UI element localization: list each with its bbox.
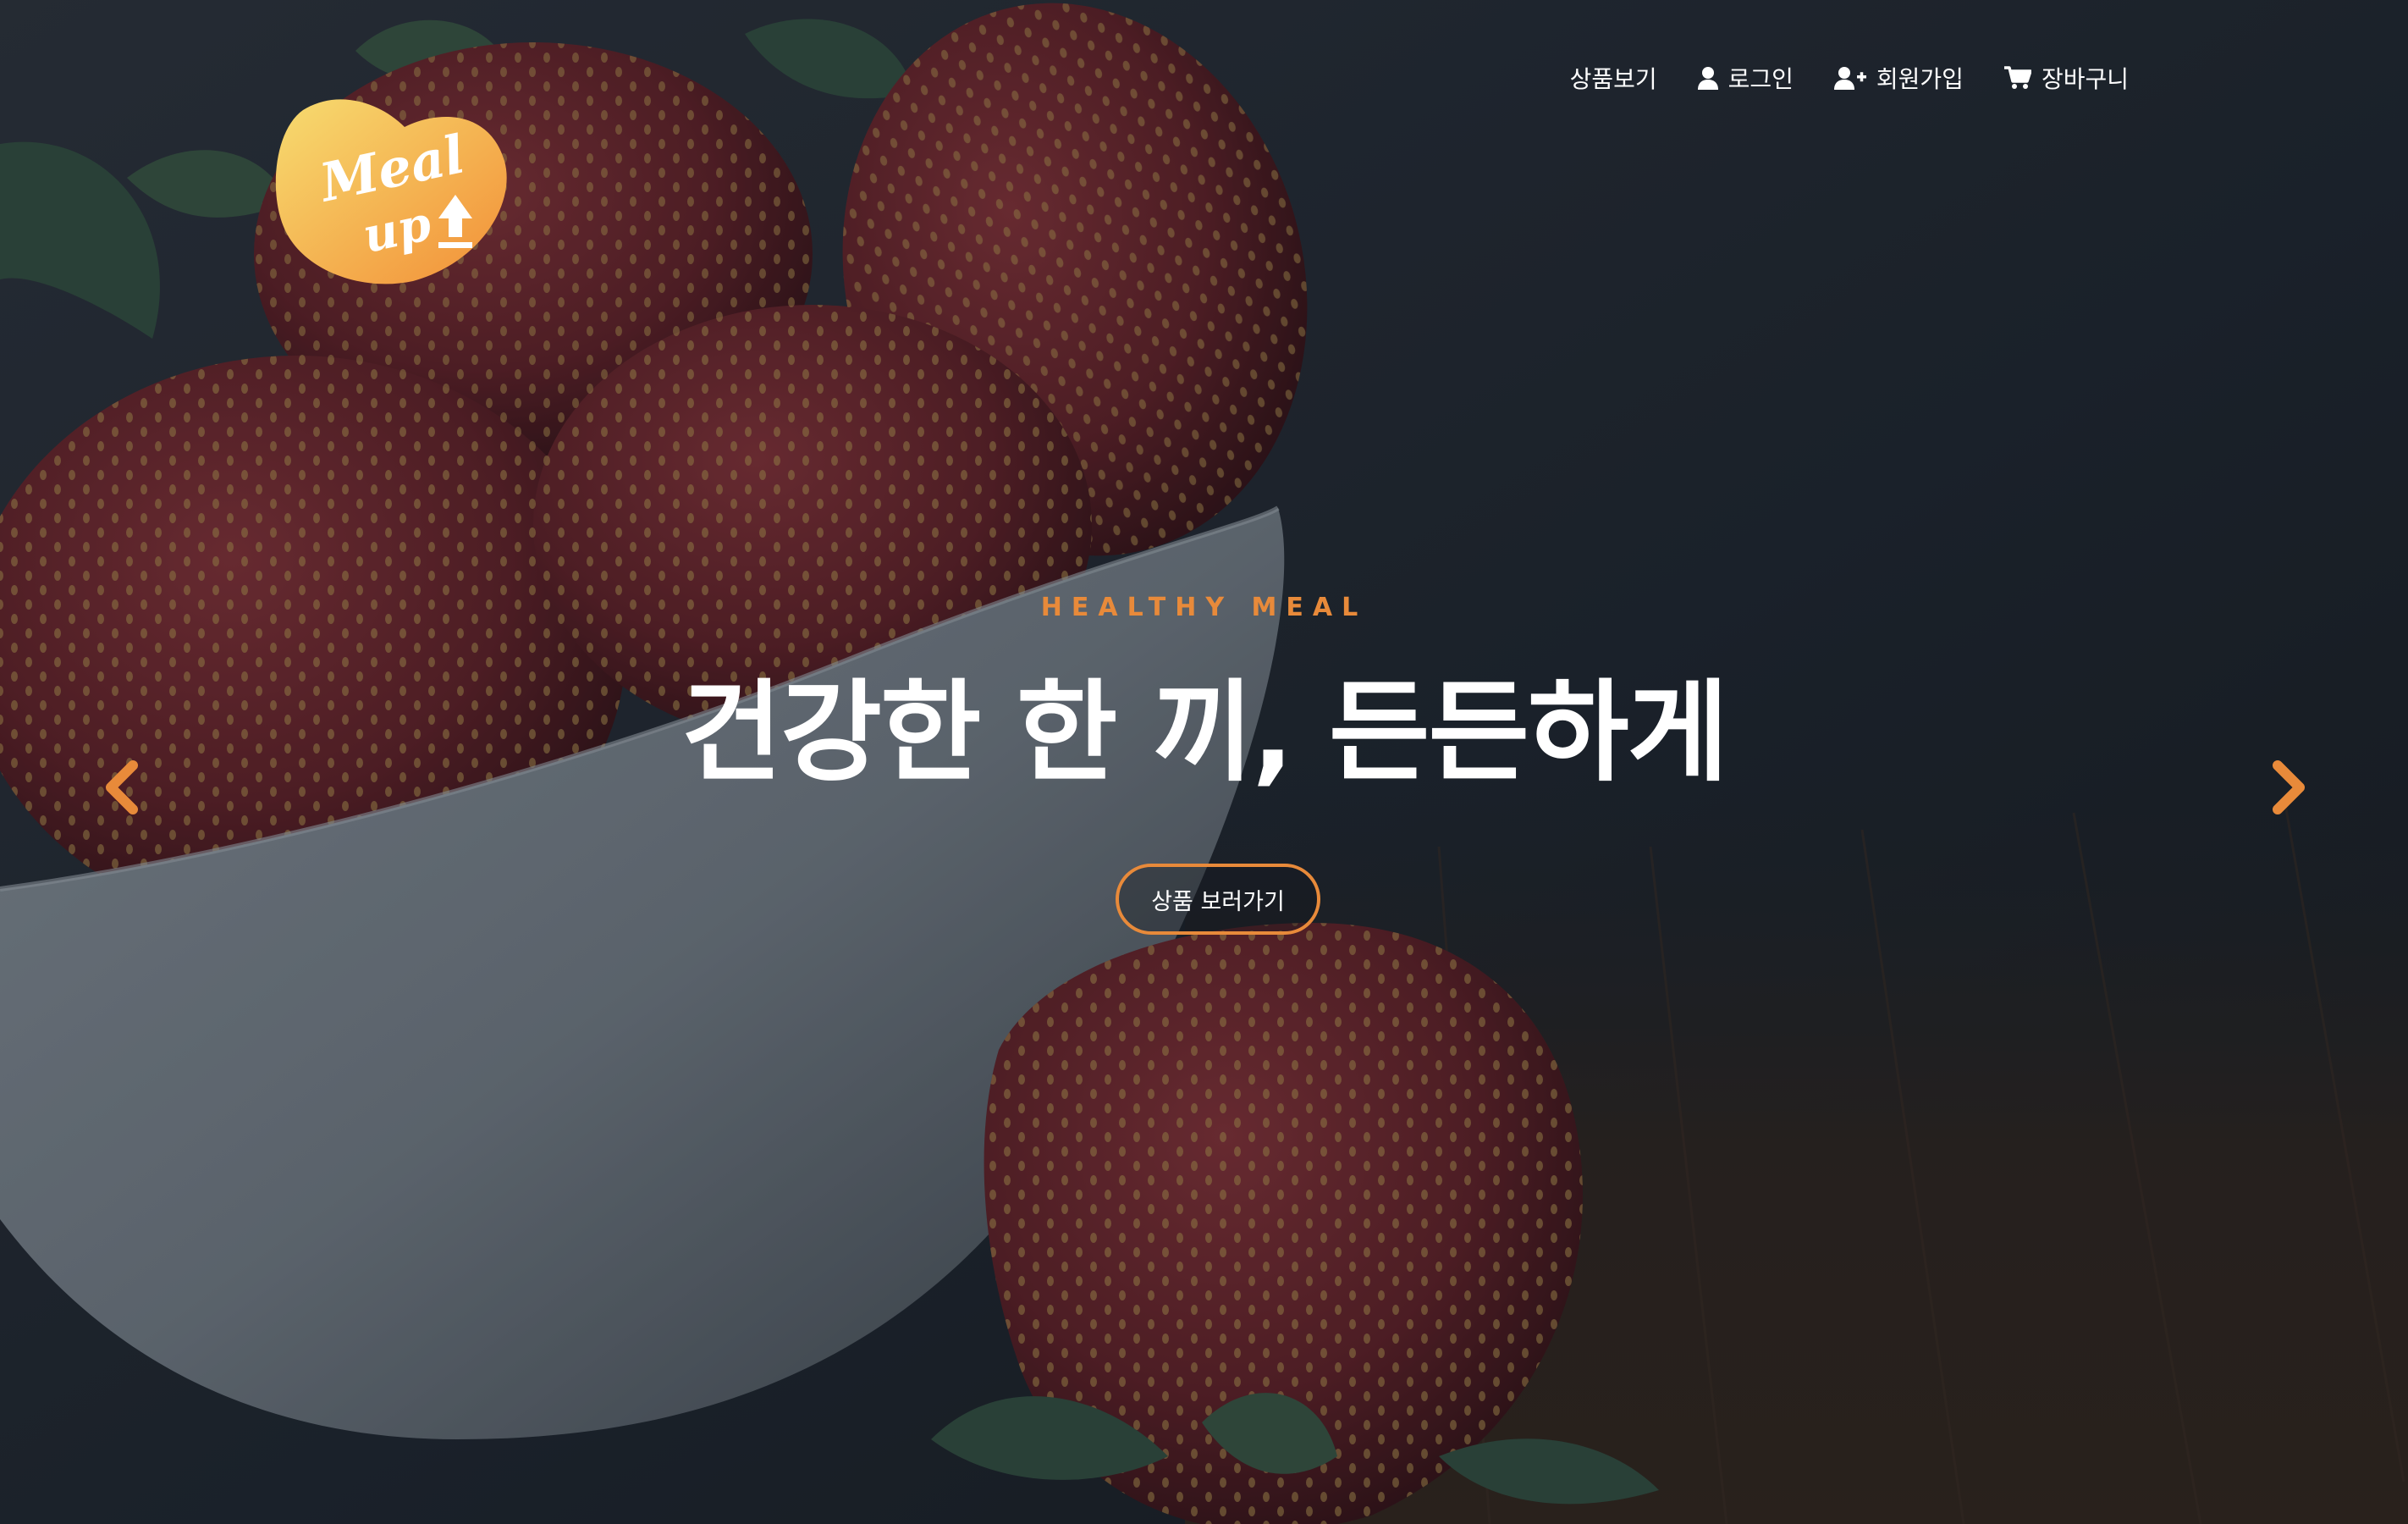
hero-carousel: Meal up 상품보기 로그인 회원가입 장바구니 HEALTHY MEAL … [0,0,2408,1524]
nav-cart-label: 장바구니 [2041,65,2129,93]
nav-login-label: 로그인 [1727,65,1794,93]
nav-signup-label: 회원가입 [1876,65,1964,93]
user-icon [1697,67,1718,90]
user-plus-icon [1833,67,1866,90]
nav-login[interactable]: 로그인 [1697,61,1794,95]
carousel-next-button[interactable] [2260,754,2319,821]
hero-eyebrow: HEALTHY MEAL [1040,593,1368,622]
view-products-button-label: 상품 보러가기 [1151,888,1285,915]
view-products-button[interactable]: 상품 보러가기 [1116,864,1320,935]
cart-icon [2003,66,2031,89]
carousel-prev-button[interactable] [91,754,151,821]
meal-up-logo[interactable]: Meal up [269,93,515,288]
nav-cart[interactable]: 장바구니 [2003,61,2129,95]
nav-products-label: 상품보기 [1569,65,1657,93]
nav-signup[interactable]: 회원가입 [1833,61,1964,95]
top-nav: 상품보기 로그인 회원가입 장바구니 [1570,61,2129,95]
nav-products[interactable]: 상품보기 [1570,61,1657,95]
hero-headline: 건강한 한 끼, 든든하게 [681,668,1729,797]
logo-heart-icon: Meal up [275,99,507,284]
chevron-right-icon [2273,760,2305,814]
chevron-left-icon [106,760,138,814]
